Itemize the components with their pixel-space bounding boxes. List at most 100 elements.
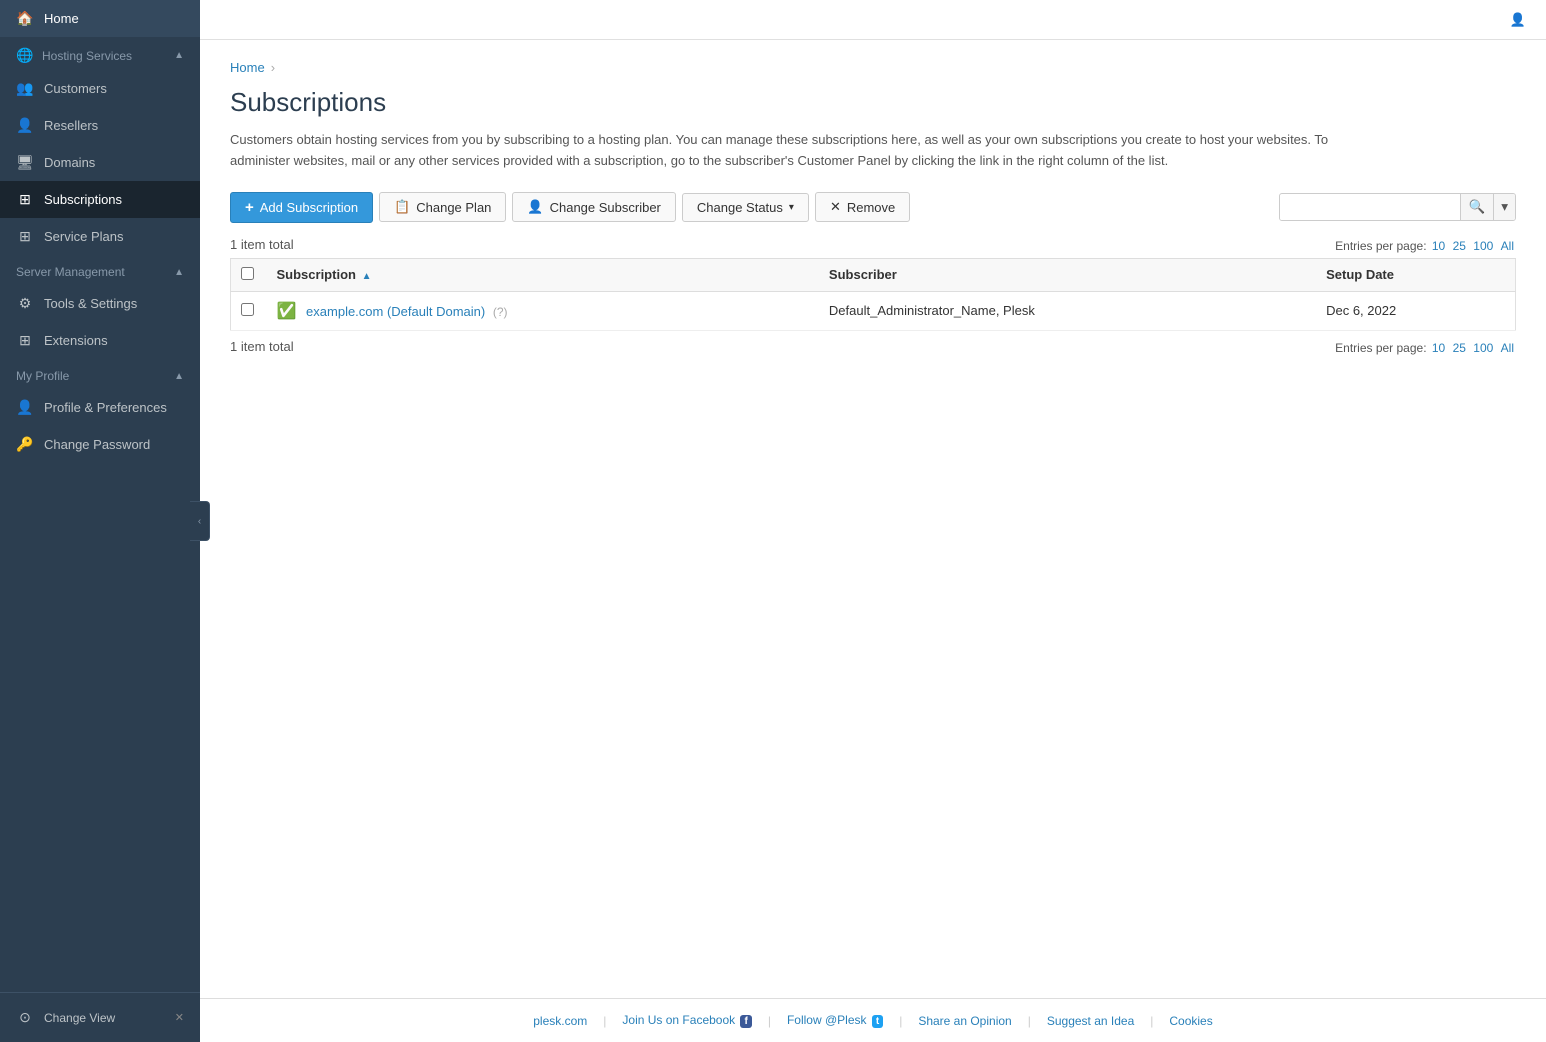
twitter-icon: t [872,1015,883,1028]
sidebar-extensions-label: Extensions [44,333,108,348]
sidebar-item-extensions[interactable]: ⊞ Extensions [0,322,200,359]
table-footer: 1 item total Entries per page: 10 25 100… [230,339,1516,358]
footer-cookies-link[interactable]: Cookies [1169,1014,1212,1028]
status-active-icon: ✅ [277,303,297,320]
sidebar-change-view[interactable]: ⊙ Change View ✕ [0,1001,200,1034]
sidebar-item-customers[interactable]: 👥 Customers [0,70,200,107]
breadcrumb-separator: › [271,60,275,75]
breadcrumb-home[interactable]: Home [230,60,265,75]
sidebar-service-plans-label: Service Plans [44,229,123,244]
sidebar-item-subscriptions[interactable]: ⊞ Subscriptions [0,181,200,218]
search-button[interactable]: 🔍 [1460,194,1494,220]
col-subscription-label: Subscription [277,267,356,282]
setup-date-cell: Dec 6, 2022 [1316,291,1515,330]
extensions-icon: ⊞ [16,332,34,349]
page-footer: plesk.com | Join Us on Facebook f | Foll… [200,998,1546,1042]
password-icon: 🔑 [16,436,34,453]
change-plan-icon: 📋 [394,199,410,215]
footer-suggest-link[interactable]: Suggest an Idea [1047,1014,1134,1028]
sidebar-item-resellers[interactable]: 👤 Resellers [0,107,200,144]
row-checkbox[interactable] [241,303,254,316]
change-status-button[interactable]: Change Status ▾ [682,193,809,222]
sidebar-section-my-profile[interactable]: My Profile ▲ [0,359,200,389]
sidebar-home-label: Home [44,11,79,26]
top-bar: 👤 [200,0,1546,40]
item-count-bottom: 1 item total [230,339,294,354]
server-management-label: Server Management [16,265,125,279]
entries-10[interactable]: 10 [1432,239,1445,253]
my-profile-chevron: ▲ [174,371,184,382]
facebook-icon: f [740,1015,751,1028]
my-profile-section-label: My Profile [16,369,69,383]
question-mark[interactable]: (?) [493,305,508,319]
sidebar-item-home[interactable]: 🏠 Home [0,0,200,37]
search-input[interactable] [1280,195,1460,220]
domains-icon: 🖥 [16,154,34,171]
entries-25-bottom[interactable]: 25 [1453,341,1466,355]
sidebar-item-service-plans[interactable]: ⊞ Service Plans [0,218,200,255]
footer-twitter-link[interactable]: Follow @Plesk t [787,1013,883,1028]
tools-settings-icon: ⚙ [16,295,34,312]
subscriber-cell: Default_Administrator_Name, Plesk [819,291,1316,330]
sidebar-profile-preferences-label: Profile & Preferences [44,400,167,415]
remove-button[interactable]: ✕ Remove [815,192,910,222]
change-subscriber-button[interactable]: 👤 Change Subscriber [512,192,675,222]
sidebar: 🏠 Home 🌐 Hosting Services ▲ 👥 Customers … [0,0,200,1042]
sidebar-section-server-management[interactable]: Server Management ▲ [0,255,200,285]
entries-25[interactable]: 25 [1453,239,1466,253]
table-row: ✅ example.com (Default Domain) (?) Defau… [231,291,1516,330]
item-count-top: 1 item total [230,237,294,252]
sidebar-item-domains[interactable]: 🖥 Domains [0,144,200,181]
col-subscriber: Subscriber [819,258,1316,291]
entries-100-bottom[interactable]: 100 [1473,341,1493,355]
change-plan-button[interactable]: 📋 Change Plan [379,192,506,222]
footer-plesk-link[interactable]: plesk.com [533,1014,587,1028]
subscription-cell: ✅ example.com (Default Domain) (?) [267,291,819,330]
main-content: 👤 Home › Subscriptions Customers obtain … [200,0,1546,1042]
page-body: Home › Subscriptions Customers obtain ho… [200,40,1546,998]
footer-facebook-link[interactable]: Join Us on Facebook f [622,1013,751,1028]
search-dropdown-button[interactable]: ▾ [1493,194,1515,220]
entries-per-page-bottom: Entries per page: 10 25 100 All [1335,341,1516,355]
resellers-icon: 👤 [16,117,34,134]
subscription-link[interactable]: example.com (Default Domain) [306,304,485,319]
entries-10-bottom[interactable]: 10 [1432,341,1445,355]
col-subscription: Subscription ▲ [267,258,819,291]
hosting-services-icon: 🌐 [16,47,34,64]
customers-icon: 👥 [16,80,34,97]
entries-per-page-top: Entries per page: 10 25 100 All [1335,239,1516,253]
page-description: Customers obtain hosting services from y… [230,130,1330,172]
sidebar-subscriptions-label: Subscriptions [44,192,122,207]
sidebar-section-hosting-services[interactable]: 🌐 Hosting Services ▲ [0,37,200,70]
user-icon: 👤 [1510,12,1526,28]
entries-all[interactable]: All [1501,239,1514,253]
select-all-checkbox[interactable] [241,267,254,280]
add-subscription-button[interactable]: + Add Subscription [230,192,373,223]
sidebar-item-change-password[interactable]: 🔑 Change Password [0,426,200,463]
change-view-icon: ⊙ [16,1009,34,1026]
server-management-chevron: ▲ [174,267,184,278]
sidebar-item-profile-preferences[interactable]: 👤 Profile & Preferences [0,389,200,426]
sidebar-item-tools-settings[interactable]: ⚙ Tools & Settings [0,285,200,322]
sidebar-tools-settings-label: Tools & Settings [44,296,137,311]
subscriptions-table: Subscription ▲ Subscriber Setup Date [230,258,1516,331]
service-plans-icon: ⊞ [16,228,34,245]
entries-all-bottom[interactable]: All [1501,341,1514,355]
table-header-row: 1 item total Entries per page: 10 25 100… [230,237,1516,256]
subscriptions-icon: ⊞ [16,191,34,208]
collapse-icon: ‹ [198,516,201,527]
home-icon: 🏠 [16,10,34,27]
col-setup-date: Setup Date [1316,258,1515,291]
sidebar-collapse-handle[interactable]: ‹ [190,501,210,541]
close-icon: ✕ [175,1011,184,1024]
entries-100[interactable]: 100 [1473,239,1493,253]
hosting-services-chevron: ▲ [174,50,184,61]
footer-share-link[interactable]: Share an Opinion [918,1014,1011,1028]
sidebar-change-view-label: Change View [44,1011,115,1025]
search-box: 🔍 ▾ [1279,193,1516,221]
page-title: Subscriptions [230,87,1516,118]
col-setup-date-label: Setup Date [1326,267,1394,282]
profile-icon: 👤 [16,399,34,416]
change-subscriber-icon: 👤 [527,199,543,215]
change-status-dropdown-icon: ▾ [789,202,794,213]
